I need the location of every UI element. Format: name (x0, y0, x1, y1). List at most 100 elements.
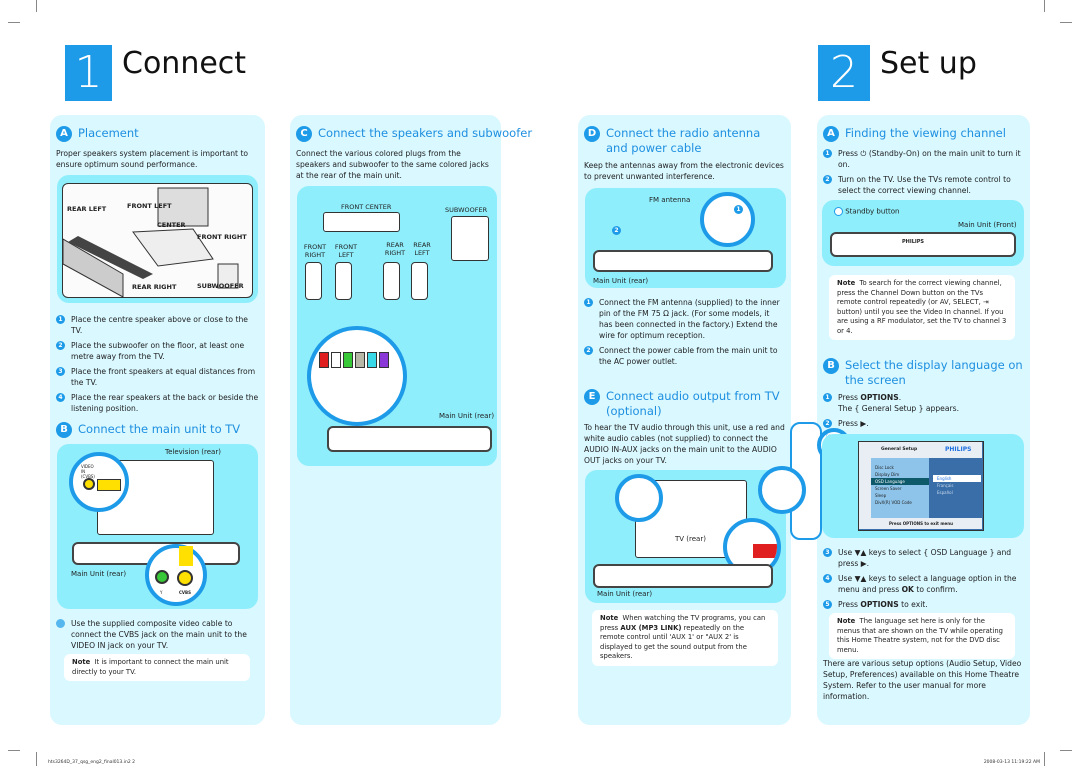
speaker-plug (379, 352, 389, 368)
section-heading: D Connect the radio antenna and power cab… (584, 126, 784, 156)
step: 1 Place the centre speaker above or close… (56, 314, 260, 336)
unit-label: Main Unit (Front) (958, 221, 1017, 229)
menu-item[interactable]: Disc Lock (871, 464, 929, 471)
print-date: 2008-03-13 11:19:22 AM (983, 760, 1040, 765)
crop-mark (36, 0, 37, 12)
menu-header: General Setup PHILIPS (859, 442, 982, 458)
zoom-video-in: VIDEO IN (CVBS) (69, 452, 129, 512)
unit-label: Main Unit (rear) (597, 590, 653, 598)
badge: B (823, 358, 839, 374)
badge: D (584, 126, 600, 142)
main-unit-rear (593, 250, 773, 272)
menu-title: General Setup (881, 447, 918, 452)
heading-text: Connect the speakers and subwoofer (318, 126, 533, 140)
standby-label: Standby button (834, 207, 900, 216)
badge: E (584, 389, 600, 405)
unit-label: Main Unit (rear) (593, 277, 649, 285)
plug-row (319, 352, 389, 368)
step: 5 Press OPTIONS to exit. (823, 599, 1026, 610)
heading-text: Select the display language on the scree… (845, 358, 1023, 387)
antenna-steps: 1 Connect the FM antenna (supplied) to th… (584, 297, 784, 371)
audio-intro: To hear the TV audio through this unit, … (584, 423, 785, 465)
channel-steps: 1 Press ⏻ (Standby-On) on the main unit t… (823, 148, 1023, 200)
tv-label: Television (rear) (165, 448, 221, 456)
yellow-plug (179, 546, 193, 566)
heading-text: Connect the radio antenna and power cabl… (606, 126, 761, 155)
badge: A (823, 126, 839, 142)
step: 2 Press ▶. (823, 418, 1023, 429)
label-subwoofer: SUBWOOFER (445, 206, 488, 214)
placement-diagram: REAR LEFT FRONT LEFT CENTER FRONT RIGHT … (57, 175, 258, 303)
front-panel-diagram: Standby button Main Unit (Front) PHILIPS (822, 200, 1024, 266)
section-number: 1 (65, 45, 112, 101)
main-unit-rear (327, 426, 492, 452)
step: 1 Press ⏻ (Standby-On) on the main unit t… (823, 148, 1023, 170)
fm-label: FM antenna (649, 196, 691, 204)
section-heading: E Connect audio output from TV (optional) (584, 389, 784, 419)
main-unit-rear (593, 564, 773, 588)
print-file-name: hts3264D_37_qsg_eng2_final013.in2 2 (48, 760, 135, 765)
subwoofer-box (451, 216, 489, 261)
label-rear-right: REAR RIGHT (384, 241, 406, 257)
red-plug (753, 544, 777, 558)
step: 1 Connect the FM antenna (supplied) to th… (584, 297, 784, 341)
label-subwoofer: SUBWOOFER (197, 282, 244, 290)
speaker (383, 262, 400, 300)
speaker (305, 262, 322, 300)
language-steps-1: 1 Press OPTIONS. The { General Setup } app… (823, 392, 1023, 433)
menu-item[interactable]: Display Dim (871, 471, 929, 478)
brand-logo: PHILIPS (902, 239, 925, 245)
section-heading: B Connect the main unit to TV (56, 422, 240, 438)
main-unit-front: PHILIPS (830, 232, 1016, 257)
heading-text: Placement (78, 126, 139, 140)
placement-steps: 1 Place the centre speaker above or close… (56, 314, 260, 418)
tv-steps: Use the supplied composite video cable t… (56, 618, 260, 655)
label-rear-left: REAR LEFT (67, 205, 107, 213)
speakers-diagram: FRONT CENTER SUBWOOFER FRONT RIGHT FRONT… (297, 186, 497, 466)
placement-intro: Proper speakers system placement is impo… (56, 149, 249, 169)
label-front-right: FRONT RIGHT (197, 233, 247, 241)
menu-item[interactable]: Screen Saver (871, 485, 929, 492)
menu-item[interactable]: Sleep (871, 492, 929, 499)
menu-item[interactable]: OSD Language (871, 478, 929, 485)
center-speaker (323, 212, 400, 232)
language-steps-2: 3 Use ▼▲ keys to select { OSD Language } … (823, 547, 1026, 614)
unit-label: Main Unit (rear) (439, 412, 495, 420)
tv-connection-diagram: Television (rear) VIDEO IN (CVBS) Main U… (57, 444, 258, 609)
label-rear-right: REAR RIGHT (132, 283, 177, 291)
osd-menu: General Setup PHILIPS Disc Lock Display D… (858, 441, 984, 531)
speaker-plug (355, 352, 365, 368)
note-box: Note It is important to connect the main… (64, 654, 250, 681)
section-heading: B Select the display language on the scre… (823, 358, 1023, 388)
menu-option[interactable]: Français (933, 482, 981, 489)
section-heading: A Placement (56, 126, 139, 142)
step: Use the supplied composite video cable t… (56, 618, 260, 651)
label-front-left: FRONT LEFT (127, 202, 172, 210)
jack-label: CVBS (179, 590, 191, 595)
antenna-diagram: FM antenna 1 2 Main Unit (rear) (585, 188, 786, 288)
menu-options: English Français Español (933, 475, 981, 496)
badge: A (56, 126, 72, 142)
speaker (411, 262, 428, 300)
step: 4 Place the rear speakers at the back or … (56, 392, 260, 414)
page-title: Set up (880, 46, 977, 81)
label-front-center: FRONT CENTER (341, 203, 392, 211)
step: 3 Place the front speakers at equal dista… (56, 366, 260, 388)
yellow-jack (177, 570, 193, 586)
note-box: Note The language set here is only for t… (829, 613, 1015, 659)
page-title: Connect (122, 46, 247, 81)
zoom-fm-jack: 1 (700, 192, 755, 247)
note-box: Note When watching the TV programs, you … (592, 610, 778, 666)
menu-item[interactable]: DivX(R) VOD Code (871, 499, 929, 506)
menu-option[interactable]: Español (933, 489, 981, 496)
speaker-plug (343, 352, 353, 368)
menu-items: Disc Lock Display Dim OSD Language Screen S… (871, 458, 929, 518)
crop-mark (8, 750, 20, 751)
menu-option[interactable]: English (933, 475, 981, 482)
step: 3 Use ▼▲ keys to select { OSD Language } … (823, 547, 1026, 569)
heading-text: Connect audio output from TV (optional) (606, 389, 780, 418)
heading-text: Finding the viewing channel (845, 126, 1006, 140)
crop-mark (1044, 0, 1045, 12)
step: 4 Use ▼▲ keys to select a language option… (823, 573, 1026, 595)
label-rear-left: REAR LEFT (413, 241, 431, 257)
